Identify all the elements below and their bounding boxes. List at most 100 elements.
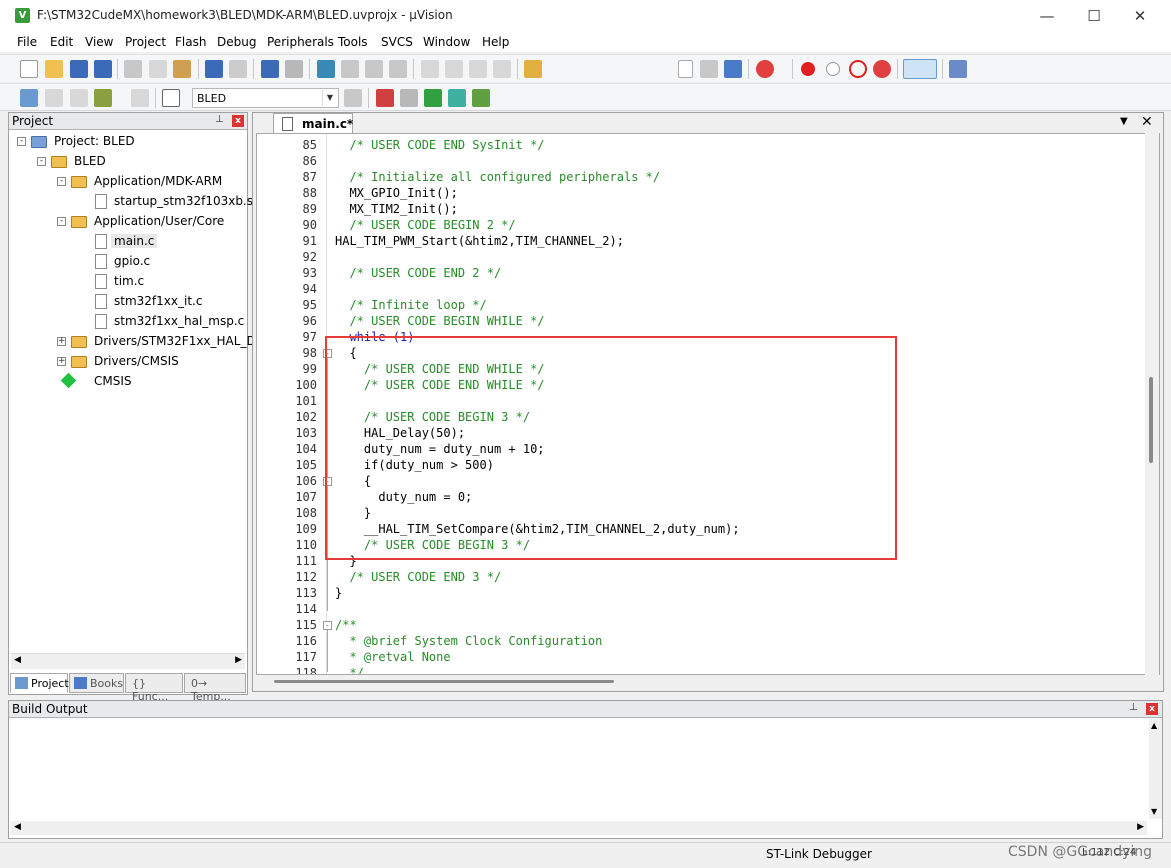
open-file-icon[interactable] [45, 60, 63, 78]
menu-debug[interactable]: Debug [217, 35, 256, 49]
minimize-button[interactable]: — [1024, 3, 1070, 29]
tree-item-file[interactable]: stm32f1xx_it.c [9, 292, 245, 312]
save-icon[interactable] [70, 60, 88, 78]
enable-breakpoint-icon[interactable] [826, 62, 840, 76]
menu-view[interactable]: View [85, 35, 113, 49]
scroll-right-icon[interactable]: ▶ [235, 655, 242, 665]
kill-breakpoints-icon[interactable] [873, 60, 891, 78]
close-icon[interactable]: x [232, 115, 244, 127]
next-bookmark-icon[interactable] [365, 60, 383, 78]
download-load-icon[interactable] [162, 89, 180, 107]
pin-icon[interactable]: ⊥ [215, 114, 224, 125]
navigate-back-icon[interactable] [261, 60, 279, 78]
tree-item-file[interactable]: main.c [9, 232, 245, 252]
build-output-hscrollbar[interactable]: ◀ ▶ [11, 821, 1147, 835]
chevron-down-icon[interactable]: ▼ [322, 90, 337, 106]
pack-installer-icon[interactable] [424, 89, 442, 107]
menu-window[interactable]: Window [423, 35, 470, 49]
options-for-target-icon[interactable] [344, 89, 362, 107]
tree-item-folder[interactable]: + Drivers/STM32F1xx_HAL_Driv [9, 332, 271, 352]
undo-icon[interactable] [205, 60, 223, 78]
stop-build-icon[interactable] [131, 89, 149, 107]
menu-tools[interactable]: Tools [338, 35, 368, 49]
build-icon[interactable] [45, 89, 63, 107]
editor-hscroll-thumb[interactable] [274, 680, 614, 683]
expand-toggle-icon[interactable]: + [57, 357, 66, 366]
indent-icon[interactable] [421, 60, 439, 78]
scroll-left-icon[interactable]: ◀ [14, 655, 21, 665]
build-output-vscrollbar[interactable]: ▲ ▼ [1149, 719, 1162, 819]
unindent-icon[interactable] [445, 60, 463, 78]
maximize-button[interactable]: ☐ [1071, 3, 1117, 29]
tree-item-folder[interactable]: - Application/MDK-ARM [9, 172, 245, 192]
tree-item-project[interactable]: - Project: BLED [9, 132, 245, 152]
tree-item-file[interactable]: startup_stm32f103xb.s [9, 192, 253, 212]
tree-item-component[interactable]: CMSIS [9, 372, 245, 392]
build-output-text[interactable] [11, 719, 1147, 819]
editor-vscrollbar[interactable] [1145, 133, 1159, 675]
scroll-up-icon[interactable]: ▲ [1151, 721, 1157, 730]
editor-vscroll-thumb[interactable] [1149, 377, 1153, 463]
close-editor-icon[interactable]: ✕ [1141, 114, 1153, 130]
expand-toggle-icon[interactable]: - [57, 217, 66, 226]
disable-breakpoints-icon[interactable] [849, 60, 867, 78]
menu-peripherals[interactable]: Peripherals [267, 35, 334, 49]
tab-project[interactable]: Project [10, 673, 69, 693]
translate-icon[interactable] [20, 89, 38, 107]
tree-item-folder[interactable]: - Application/User/Core [9, 212, 245, 232]
software-packs-icon[interactable] [472, 89, 490, 107]
menu-flash[interactable]: Flash [175, 35, 206, 49]
tab-functions[interactable]: {} Func... [125, 673, 183, 703]
comment-icon[interactable] [469, 60, 487, 78]
tab-templates[interactable]: 0→ Temp... [184, 673, 246, 703]
configure-tools-icon[interactable] [949, 60, 967, 78]
project-hscrollbar[interactable]: ◀ ▶ [11, 653, 245, 669]
editor-hscrollbar[interactable] [256, 676, 1146, 688]
close-icon[interactable]: x [1146, 703, 1158, 715]
fold-toggle-icon[interactable]: - [323, 621, 332, 630]
clear-bookmarks-icon[interactable] [389, 60, 407, 78]
find-in-files-icon[interactable] [524, 60, 542, 78]
close-window-button[interactable]: ✕ [1117, 3, 1163, 29]
uncomment-icon[interactable] [493, 60, 511, 78]
prev-bookmark-icon[interactable] [341, 60, 359, 78]
menu-project[interactable]: Project [125, 35, 166, 49]
select-packs-icon[interactable] [400, 89, 418, 107]
navigate-forward-icon[interactable] [285, 60, 303, 78]
window-layout-icon[interactable] [903, 59, 937, 79]
tree-item-folder[interactable]: + Drivers/CMSIS [9, 352, 245, 372]
menu-file[interactable]: File [17, 35, 37, 49]
tree-item-target[interactable]: - BLED [9, 152, 245, 172]
expand-toggle-icon[interactable]: - [17, 137, 26, 146]
redo-icon[interactable] [229, 60, 247, 78]
menu-help[interactable]: Help [482, 35, 509, 49]
insert-breakpoint-icon[interactable] [801, 62, 815, 76]
cut-icon[interactable] [124, 60, 142, 78]
rebuild-icon[interactable] [70, 89, 88, 107]
batch-build-icon[interactable] [94, 89, 112, 107]
tree-item-file[interactable]: stm32f1xx_hal_msp.c [9, 312, 245, 332]
bookmark-icon[interactable] [317, 60, 335, 78]
manage-project-items-icon[interactable] [376, 89, 394, 107]
menu-svcs[interactable]: SVCS [381, 35, 413, 49]
save-all-icon[interactable] [94, 60, 112, 78]
tree-item-file[interactable]: gpio.c [9, 252, 245, 272]
debug-session-icon[interactable] [756, 60, 774, 78]
copy-icon[interactable] [149, 60, 167, 78]
expand-toggle-icon[interactable]: + [57, 337, 66, 346]
tab-main-c[interactable]: main.c* [273, 113, 353, 133]
expand-toggle-icon[interactable]: - [57, 177, 66, 186]
tree-item-file[interactable]: tim.c [9, 272, 245, 292]
scroll-left-icon[interactable]: ◀ [14, 822, 21, 832]
menu-edit[interactable]: Edit [50, 35, 73, 49]
paste-icon[interactable] [173, 60, 191, 78]
find-combo-dropdown[interactable] [678, 60, 693, 78]
find-icon[interactable] [700, 60, 718, 78]
incremental-find-icon[interactable] [724, 60, 742, 78]
scroll-down-icon[interactable]: ▼ [1151, 807, 1157, 816]
tabs-dropdown-icon[interactable]: ▼ [1120, 116, 1128, 127]
new-file-icon[interactable] [20, 60, 38, 78]
expand-toggle-icon[interactable]: - [37, 157, 46, 166]
run-time-environment-icon[interactable] [448, 89, 466, 107]
tab-books[interactable]: Books [69, 673, 124, 693]
